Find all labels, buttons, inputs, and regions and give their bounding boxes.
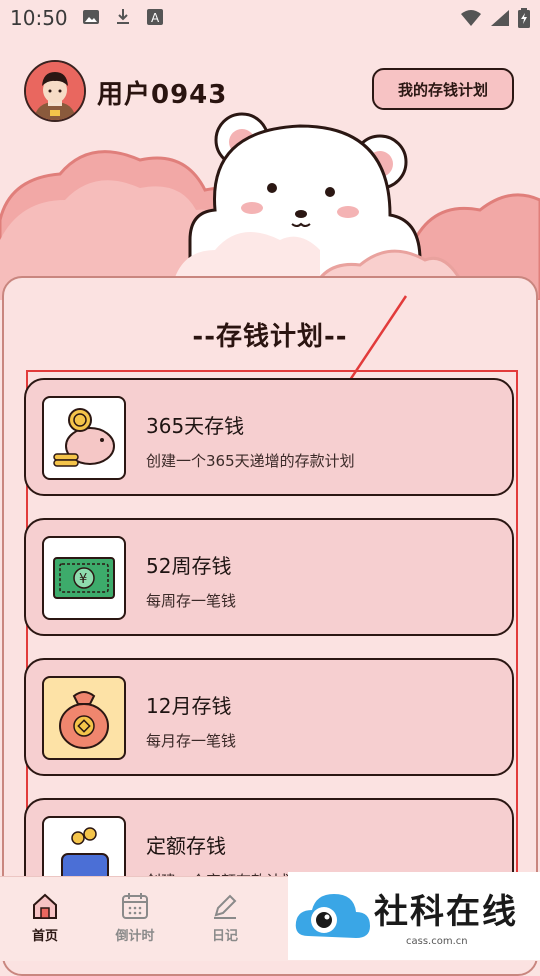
- svg-text:A: A: [151, 11, 160, 25]
- watermark: 社科在线 cass.com.cn: [288, 872, 540, 960]
- plan-item-365-day[interactable]: 365天存钱 创建一个365天递增的存款计划: [24, 378, 514, 496]
- money-bag-icon: [42, 676, 126, 760]
- wifi-icon: [461, 10, 481, 26]
- tab-countdown[interactable]: 倒计时: [90, 877, 180, 961]
- plan-name: 52周存钱: [146, 554, 232, 578]
- plan-name: 定额存钱: [146, 834, 226, 858]
- status-time: 10:50: [10, 6, 68, 30]
- plan-description: 每月存一笔钱: [146, 732, 237, 750]
- bear-cloud-illustration: [0, 112, 540, 300]
- tab-label: 日记: [211, 929, 238, 944]
- tab-label: 倒计时: [115, 929, 155, 944]
- watermark-name: 社科在线: [374, 892, 518, 932]
- tab-label: 首页: [31, 929, 58, 944]
- section-title: --存钱计划--: [192, 322, 348, 352]
- tab-home[interactable]: 首页: [0, 877, 90, 961]
- cloud-logo-icon: [295, 894, 370, 938]
- system-icons: [460, 8, 530, 28]
- home-icon: [33, 893, 57, 919]
- watermark-domain: cass.com.cn: [406, 936, 468, 947]
- svg-text:¥: ¥: [79, 572, 87, 587]
- my-savings-plan-button[interactable]: 我的存钱计划: [372, 68, 514, 110]
- plan-item-12-month[interactable]: 12月存钱 每月存一笔钱: [24, 658, 514, 776]
- plan-item-52-week[interactable]: ¥ 52周存钱 每周存一笔钱: [24, 518, 514, 636]
- user-avatar-icon: [26, 62, 84, 120]
- plan-name: 12月存钱: [146, 694, 232, 718]
- piggy-bank-icon: [42, 396, 126, 480]
- banknote-icon: ¥: [42, 536, 126, 620]
- text-icon: A: [147, 9, 163, 25]
- image-icon: [83, 10, 99, 24]
- username: 用户0943: [97, 80, 228, 110]
- pencil-icon: [214, 894, 237, 919]
- avatar[interactable]: [24, 60, 86, 122]
- plan-description: 每周存一笔钱: [146, 592, 237, 610]
- signal-icon: [491, 10, 509, 26]
- battery-icon: [518, 8, 530, 28]
- tab-diary[interactable]: 日记: [180, 877, 270, 961]
- plan-description: 创建一个365天递增的存款计划: [146, 452, 355, 470]
- status-bar: 10:50 A: [0, 0, 540, 36]
- download-icon: [117, 9, 129, 24]
- plan-name: 365天存钱: [146, 414, 245, 438]
- notification-icons: A: [82, 8, 164, 26]
- header: 用户0943 我的存钱计划: [0, 60, 540, 122]
- calendar-icon: [122, 893, 148, 919]
